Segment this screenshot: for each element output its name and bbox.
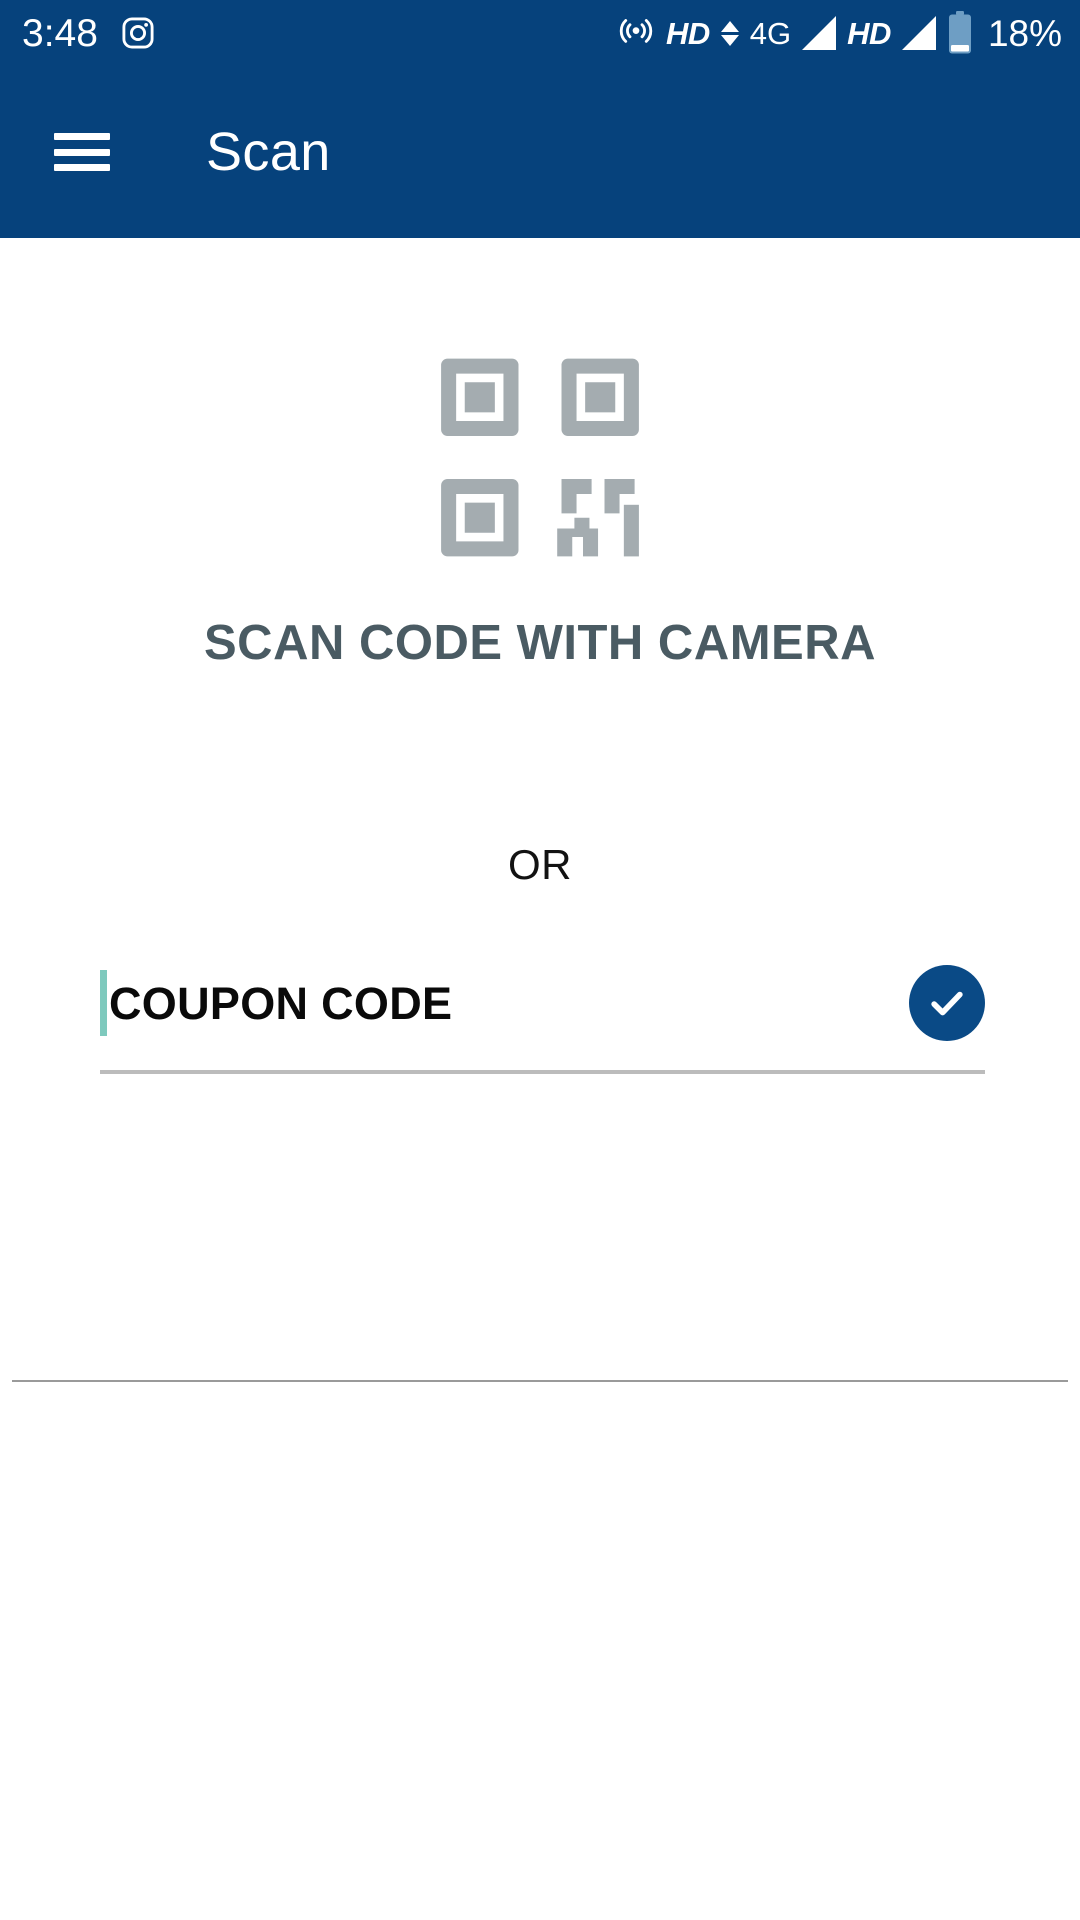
status-bar-right: HD 4G HD 18% — [617, 11, 1062, 55]
signal-bars-icon — [802, 16, 837, 50]
section-divider — [12, 1380, 1068, 1382]
page-title: Scan — [206, 122, 331, 182]
qr-code-icon[interactable] — [433, 350, 648, 565]
app-bar: Scan — [0, 66, 1080, 238]
network-type-label: 4G — [749, 15, 792, 51]
status-bar: 3:48 HD 4G HD 18% — [0, 0, 1080, 66]
submit-coupon-button[interactable] — [909, 965, 985, 1041]
hamburger-menu-icon[interactable] — [54, 133, 110, 171]
instagram-icon — [120, 15, 156, 51]
battery-percent-label: 18% — [987, 12, 1062, 54]
coupon-code-input[interactable]: COUPON CODE — [109, 981, 909, 1026]
coupon-code-row: COUPON CODE — [100, 960, 985, 1046]
hd-label-1: HD — [666, 15, 710, 51]
battery-icon — [947, 11, 973, 55]
checkmark-icon — [925, 981, 969, 1025]
hotspot-icon — [617, 14, 655, 52]
text-cursor — [100, 970, 107, 1036]
scan-screen-content: SCAN CODE WITH CAMERA OR COUPON CODE — [0, 238, 1080, 1920]
or-separator-label: OR — [508, 841, 572, 888]
signal-bars-icon-secondary — [901, 16, 936, 50]
status-clock: 3:48 — [22, 11, 98, 55]
status-bar-left: 3:48 — [22, 14, 156, 53]
scan-heading: SCAN CODE WITH CAMERA — [204, 616, 876, 670]
data-transfer-arrows-icon — [720, 20, 739, 46]
hd-label-2: HD — [847, 15, 891, 51]
coupon-input-underline — [100, 1070, 985, 1074]
